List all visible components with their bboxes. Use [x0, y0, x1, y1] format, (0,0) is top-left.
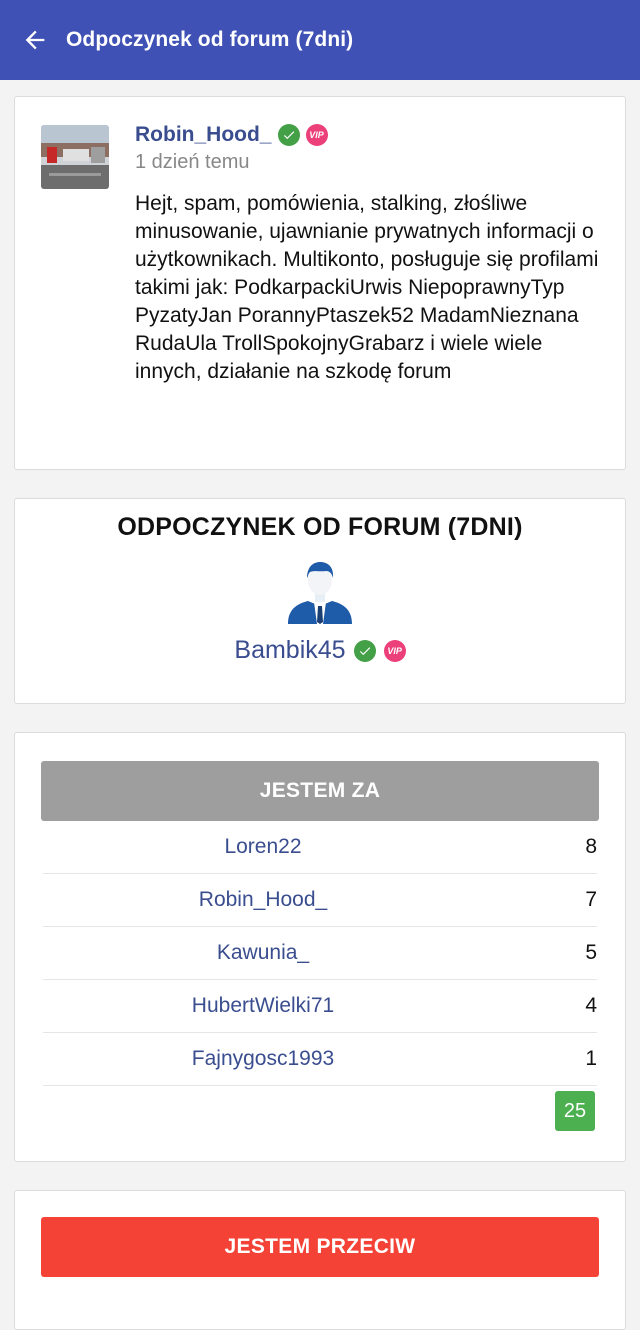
target-card: ODPOCZYNEK OD FORUM (7DNI) Bambik45 VIP [14, 498, 626, 704]
voter-count: 1 [585, 1047, 597, 1070]
back-arrow-icon[interactable] [18, 23, 52, 57]
voter-name[interactable]: Kawunia_ [43, 941, 485, 965]
app-bar: Odpoczynek od forum (7dni) [0, 0, 640, 80]
voter-name[interactable]: Robin_Hood_ [43, 888, 485, 912]
post-body: Hejt, spam, pomówienia, stalking, złośli… [135, 192, 599, 383]
voter-name[interactable]: Loren22 [43, 835, 485, 859]
vote-row: HubertWielki71 4 [43, 980, 597, 1033]
vote-against-button[interactable]: JESTEM PRZECIW [41, 1217, 599, 1277]
author-avatar[interactable] [41, 125, 109, 189]
post-meta: Robin_Hood_ VIP 1 dzień temu Hejt, spam,… [135, 123, 605, 386]
voter-count: 4 [585, 994, 597, 1017]
post-author-name[interactable]: Robin_Hood_ [135, 123, 272, 147]
voter-name[interactable]: HubertWielki71 [43, 994, 485, 1018]
target-user[interactable]: Bambik45 VIP [234, 636, 406, 665]
votes-for-card: JESTEM ZA Loren22 8 Robin_Hood_ 7 Kawuni… [14, 732, 626, 1162]
vote-total-badge: 25 [555, 1091, 595, 1131]
votes-against-card: JESTEM PRZECIW [14, 1190, 626, 1330]
voter-count: 8 [585, 835, 597, 858]
verified-check-icon [277, 124, 300, 146]
voter-name[interactable]: Fajnygosc1993 [43, 1047, 485, 1071]
verified-check-icon [353, 639, 376, 662]
vip-badge-icon: VIP [383, 639, 406, 662]
vote-row: Kawunia_ 5 [43, 927, 597, 980]
vote-row: Robin_Hood_ 7 [43, 874, 597, 927]
post-author[interactable]: Robin_Hood_ VIP [135, 123, 328, 147]
post-time: 1 dzień temu [135, 151, 250, 173]
user-avatar-icon[interactable] [15, 556, 625, 624]
vote-for-button[interactable]: JESTEM ZA [41, 761, 599, 821]
vote-row: Fajnygosc1993 1 [43, 1033, 597, 1086]
voter-count: 5 [585, 941, 597, 964]
post-card: Robin_Hood_ VIP 1 dzień temu Hejt, spam,… [14, 96, 626, 470]
vote-for-list: Loren22 8 Robin_Hood_ 7 Kawunia_ 5 Huber… [43, 821, 597, 1086]
voter-count: 7 [585, 888, 597, 911]
page-title: Odpoczynek od forum (7dni) [66, 28, 354, 51]
vip-badge-icon: VIP [305, 124, 328, 146]
vote-row: Loren22 8 [43, 821, 597, 874]
target-username[interactable]: Bambik45 [234, 636, 345, 665]
target-heading: ODPOCZYNEK OD FORUM (7DNI) [117, 513, 523, 541]
